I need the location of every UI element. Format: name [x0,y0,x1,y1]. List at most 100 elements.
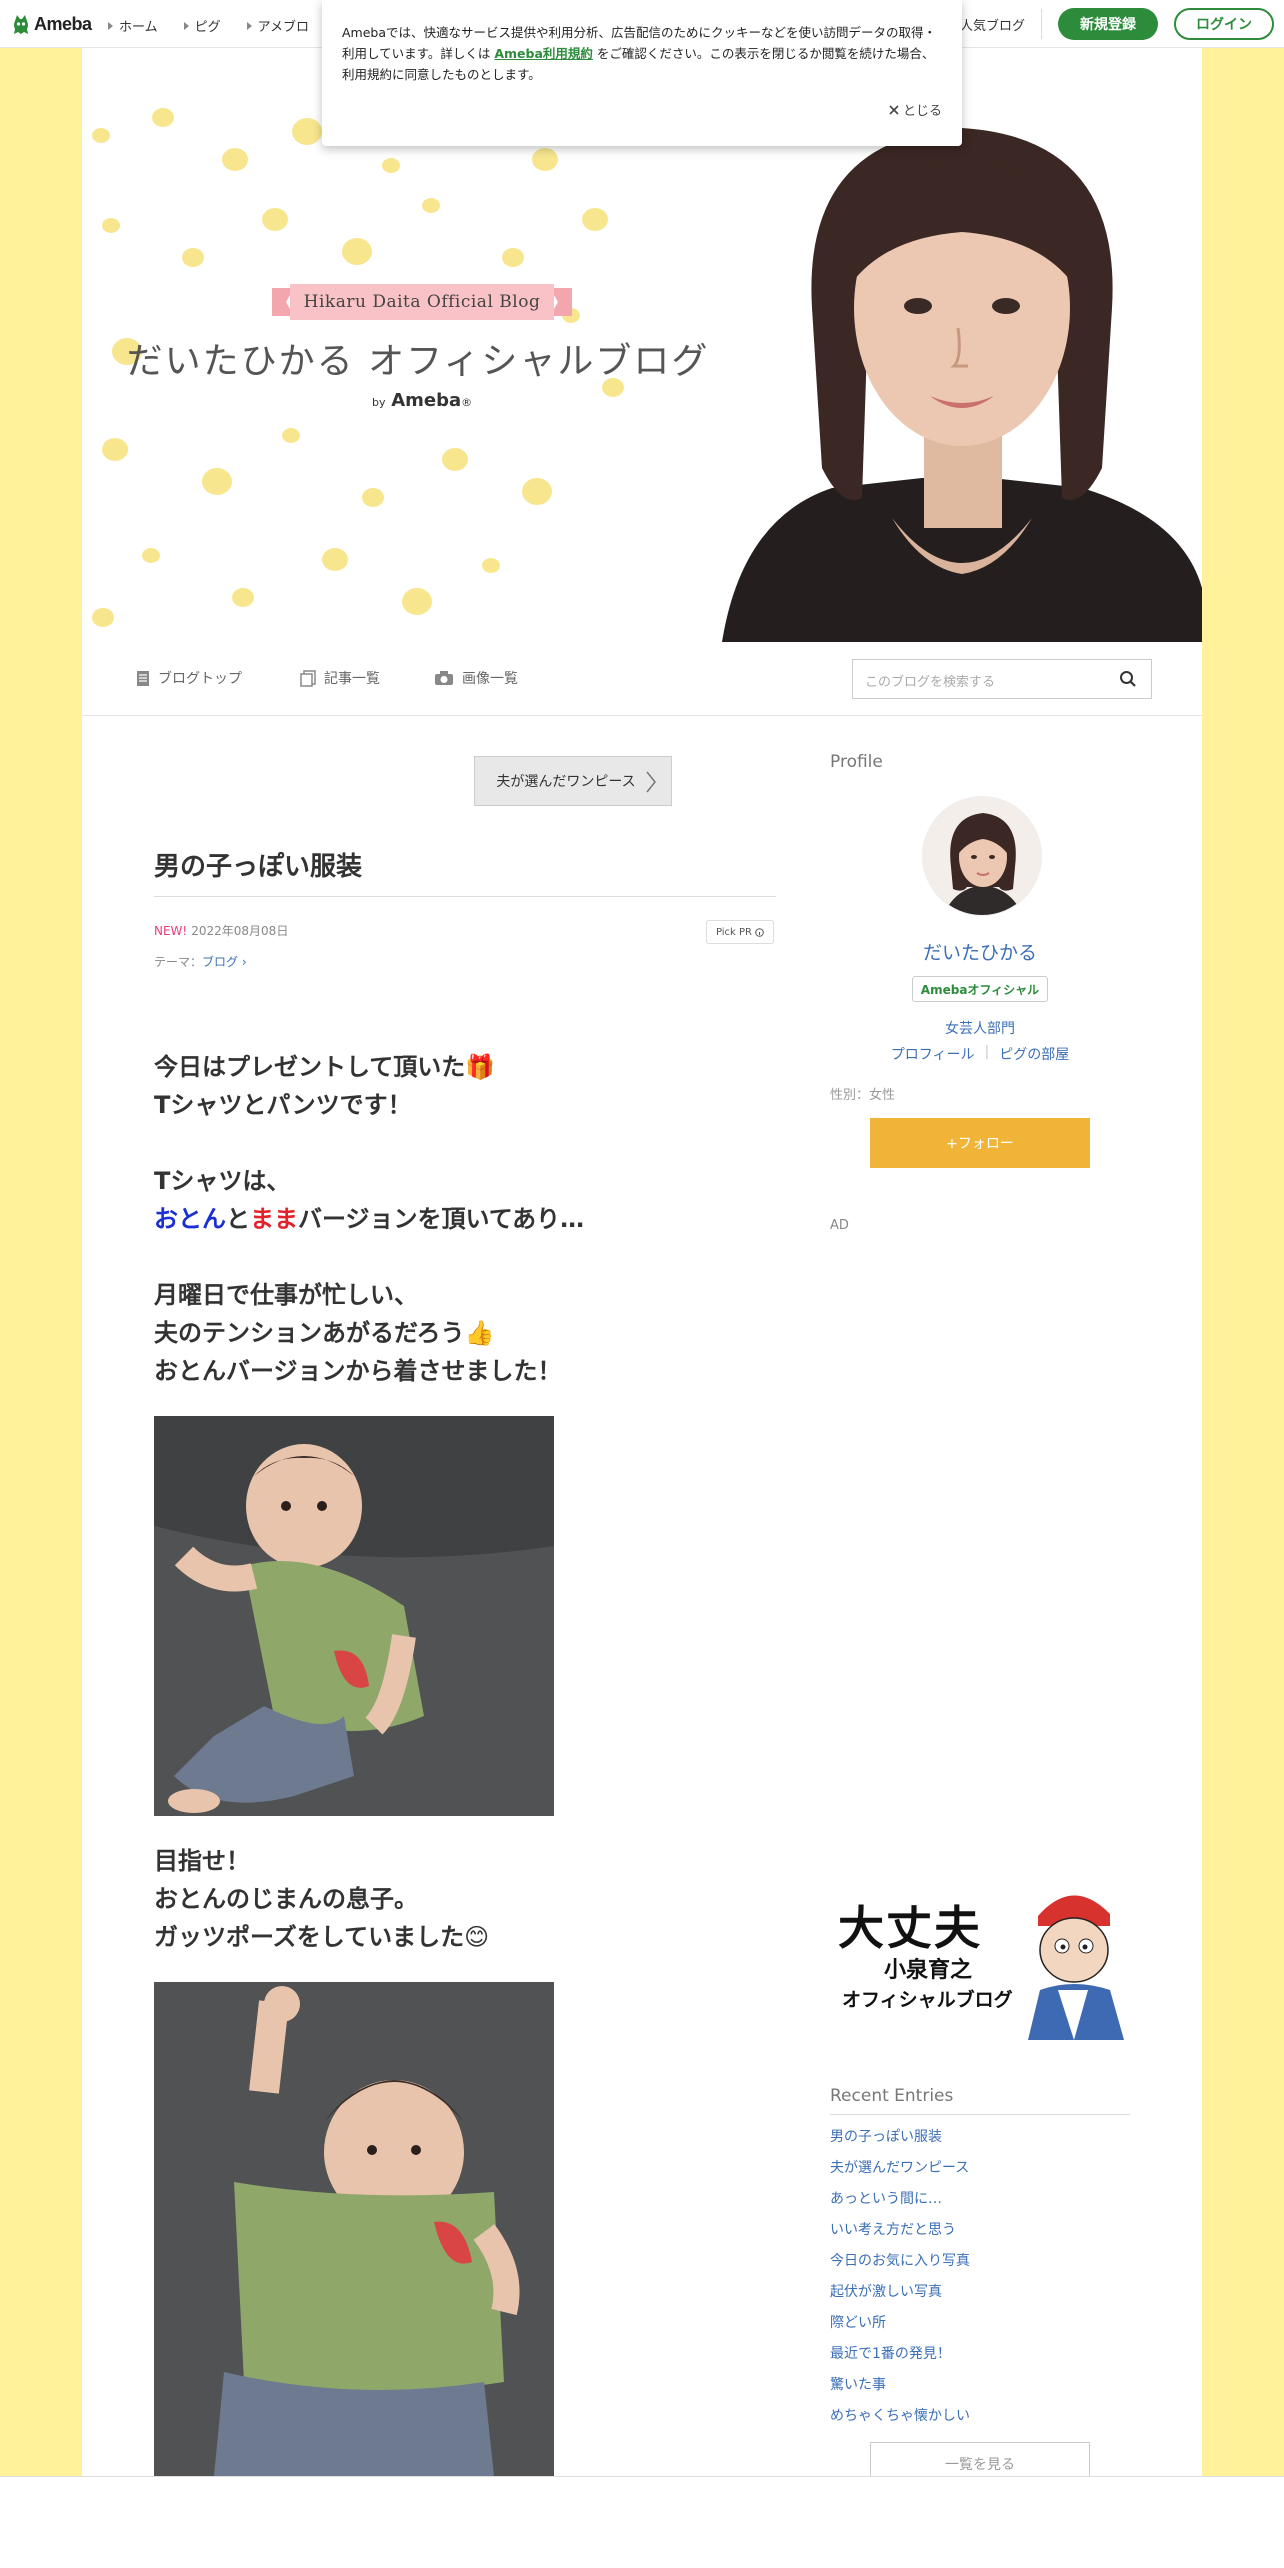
main-content: 夫が選んだワンピース 男の子っぽい服装 NEW! 2022年08月08日 Pick… [82,716,1202,2486]
blog-title[interactable]: だいたひかる オフィシャルブログ [108,332,728,384]
entry-meta: NEW! 2022年08月08日 [154,922,288,939]
entry-date: 2022年08月08日 [191,924,289,938]
profile-heading: Profile [830,752,883,772]
nav-arrow-icon [108,21,113,30]
divider [830,2114,1130,2115]
profile-links: プロフィール | ピグの部屋 [830,1044,1130,1064]
ameba-logo[interactable]: Ameba [12,12,92,36]
recent-entry-link[interactable]: あっという間に… [830,2190,970,2221]
polka-dot [292,118,322,145]
pig-room-link[interactable]: ピグの部屋 [999,1044,1069,1064]
recent-entries-heading: Recent Entries [830,2086,954,2106]
profile-name[interactable]: だいたひかる [830,938,1130,965]
highlight-blue: おとん [154,1205,226,1233]
nav-arrow-icon [183,21,189,30]
ad-line-3: オフィシャルブログ [842,1989,1013,2011]
baby-photo-2[interactable] [154,1982,554,2476]
highlight-red: まま [250,1205,298,1233]
blog-ribbon: Hikaru Daita Official Blog [272,282,572,322]
recent-entry-link[interactable]: いい考え方だと思う [830,2221,970,2252]
cookie-close-label: とじる [902,104,942,119]
polka-dot [152,108,174,127]
nav-ameblo-label: アメブロ [257,20,309,35]
blog-top-link[interactable]: ブログトップ [136,668,242,688]
entry-list-link[interactable]: 記事一覧 [300,668,380,688]
polka-dot [282,428,300,443]
profile-link[interactable]: プロフィール [891,1044,975,1064]
recent-entry-link[interactable]: 起伏が激しい写真 [830,2283,970,2314]
polka-dot [182,248,204,267]
paragraph: 月曜日で仕事が忙しい、 夫のテンションあがるだろう👍 おとんバージョンから着させ… [154,1276,562,1390]
text-line: 月曜日で仕事が忙しい、 [154,1281,418,1309]
previous-entry-label: 夫が選んだワンピース [496,774,636,790]
paragraph: 今日はプレゼントして頂いた🎁 Tシャツとパンツです！ [154,1048,495,1124]
follow-button[interactable]: +フォロー [870,1118,1090,1168]
polka-dot [362,488,384,507]
nav-ameblo[interactable]: アメブロ [246,16,309,35]
ameba-logo-text: Ameba [34,13,92,34]
global-nav: ホーム ピグ アメブロ [108,16,309,35]
register-button[interactable]: 新規登録 [1058,8,1158,40]
polka-dot [532,148,558,171]
by-ameba: by Ameba® [372,390,472,411]
polka-dot [92,608,114,627]
recent-entry-link[interactable]: 夫が選んだワンピース [830,2159,970,2190]
polka-dot [92,128,110,143]
recent-entry-link[interactable]: 驚いた事 [830,2376,970,2407]
polka-dot [582,208,608,231]
text-line: 目指せ！ [154,1847,250,1875]
ad-banner[interactable]: 大丈夫 小泉育之 オフィシャルブログ [838,1886,1128,2040]
terms-link[interactable]: Ameba利用規約 [494,46,593,61]
divider [154,896,776,897]
text-fragment: バージョンを頂いてあり… [298,1205,585,1233]
paragraph: 目指せ！ おとんのじまんの息子。 ガッツポーズをしていました😊 [154,1842,489,1956]
ad-line-1: 大丈夫 [838,1901,982,1955]
nav-home[interactable]: ホーム [108,16,158,35]
polka-dot [522,478,552,505]
cookie-text: Amebaでは、快適なサービス提供や利用分析、広告配信のためにクッキーなどを使い… [342,22,940,85]
profile-category[interactable]: 女芸人部門 [830,1018,1130,1038]
by-label: by [372,396,386,409]
recent-entry-link[interactable]: めちゃくちゃ懐かしい [830,2407,970,2438]
pick-pr-button[interactable]: Pick PR [706,920,774,944]
recent-entry-link[interactable]: 男の子っぽい服装 [830,2128,970,2159]
close-icon [889,104,899,115]
entry-title[interactable]: 男の子っぽい服装 [154,846,362,883]
ad-line-2: 小泉育之 [884,1958,973,1983]
text-fragment: と [226,1205,250,1233]
profile-avatar[interactable] [922,796,1042,916]
login-button[interactable]: ログイン [1174,8,1274,40]
blog-search-input[interactable]: このブログを検索する [852,659,1152,699]
image-list-link[interactable]: 画像一覧 [434,668,518,688]
polka-dot [482,558,500,573]
recent-entries-list: 男の子っぽい服装 夫が選んだワンピース あっという間に… いい考え方だと思う 今… [830,2128,970,2438]
polka-dot [202,468,232,495]
polka-dot [142,548,160,563]
document-icon [137,670,149,686]
entry-theme: テーマ：ブログ › [154,953,247,970]
text-line: Tシャツとパンツです！ [154,1091,412,1119]
theme-label: テーマ： [154,955,203,969]
polka-dot [232,588,254,607]
recent-entry-link[interactable]: 今日のお気に入り写真 [830,2252,970,2283]
profile-gender: 性別：女性 [830,1088,896,1103]
theme-link[interactable]: ブログ [202,955,238,969]
previous-entry-button[interactable]: 夫が選んだワンピース [474,756,672,806]
new-badge: NEW! [154,924,188,938]
official-badge[interactable]: Amebaオフィシャル [912,976,1048,1002]
baby-photo-1[interactable] [154,1416,554,1816]
cartoon-character [1028,1895,1124,2040]
text-line: おとんのじまんの息子。 [154,1885,418,1913]
ameba-logo-icon [12,13,30,35]
divider: | [984,1044,990,1060]
pick-pr-label: Pick PR [715,926,753,938]
search-placeholder: このブログを検索する [865,675,996,690]
blog-top-label: ブログトップ [158,671,242,687]
nav-pigg[interactable]: ピグ [183,16,221,35]
ameba-brand-mark: ® [461,396,473,409]
divider [1041,9,1042,39]
recent-entry-link[interactable]: 際どい所 [830,2314,970,2345]
search-icon[interactable] [1119,670,1137,688]
cookie-close-button[interactable]: とじる [889,100,942,119]
recent-entry-link[interactable]: 最近で1番の発見！ [830,2345,970,2376]
